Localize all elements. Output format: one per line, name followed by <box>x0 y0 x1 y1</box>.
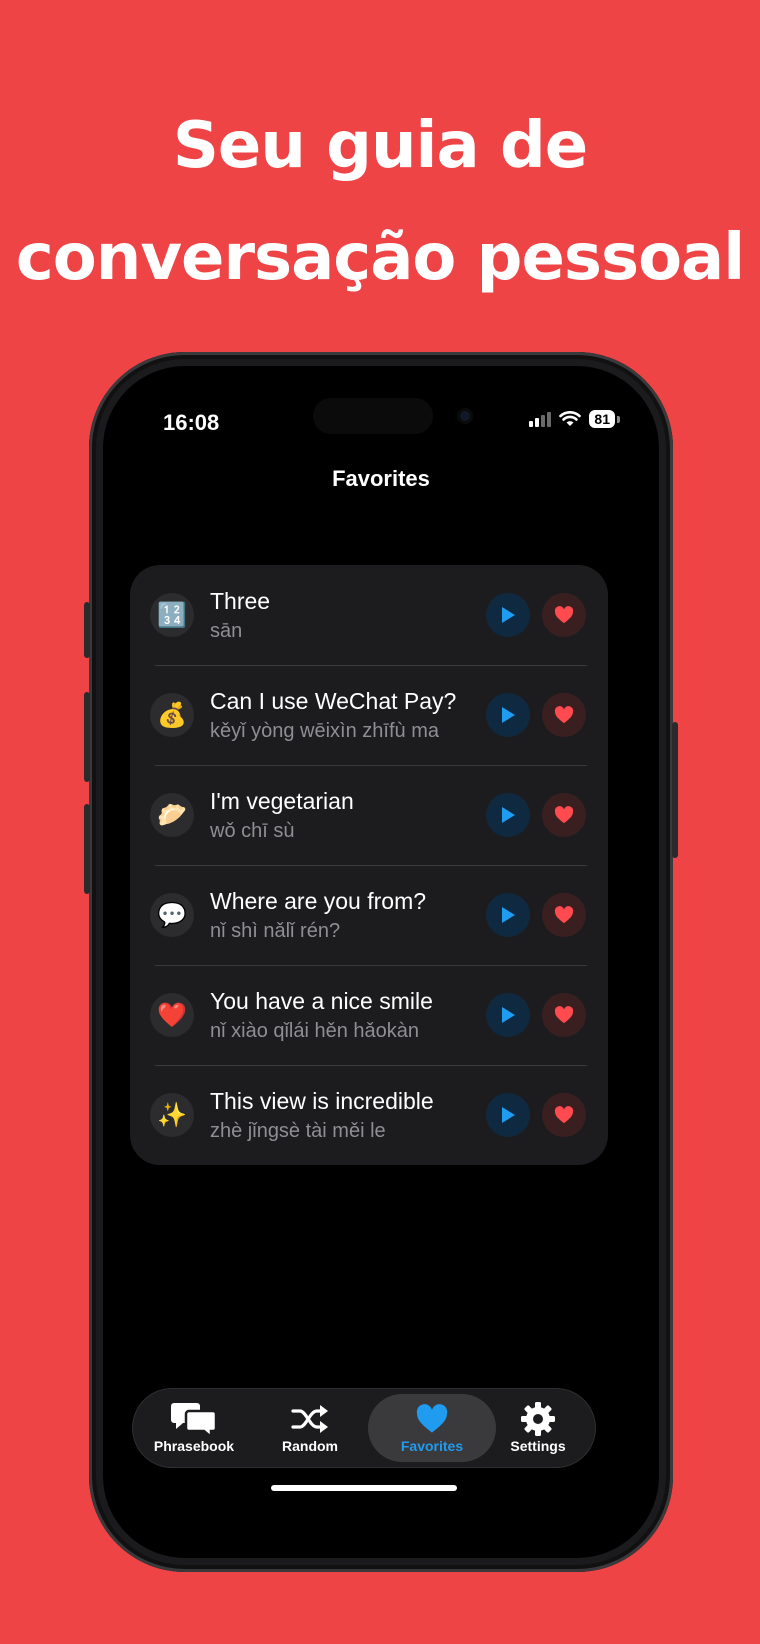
tab-favorites[interactable]: Favorites <box>368 1394 496 1462</box>
list-item[interactable]: ❤️ You have a nice smile nǐ xiào qǐlái h… <box>130 965 608 1065</box>
cellular-signal-icon <box>529 411 552 427</box>
heart-icon <box>554 706 574 724</box>
phrase-title: I'm vegetarian <box>210 788 354 814</box>
heart-icon <box>554 1106 574 1124</box>
phrase-pinyin: zhè jǐngsè tài měi le <box>210 1120 386 1142</box>
list-item[interactable]: ✨ This view is incredible zhè jǐngsè tài… <box>130 1065 608 1165</box>
battery-indicator: 81 <box>589 410 620 428</box>
favorite-button[interactable] <box>542 1093 586 1137</box>
play-icon <box>502 1107 515 1123</box>
phrase-pinyin: nǐ xiào qǐlái hěn hǎokàn <box>210 1020 420 1042</box>
play-button[interactable] <box>486 793 530 837</box>
favorite-button[interactable] <box>542 793 586 837</box>
dumpling-emoji-icon: 🥟 <box>150 793 194 837</box>
status-indicators: 81 <box>529 410 620 428</box>
favorite-button[interactable] <box>542 993 586 1037</box>
play-icon <box>502 907 515 923</box>
headline: Seu guia de conversação pessoal <box>0 90 760 314</box>
phone-frame: 16:08 81 Favorites 🔢 Three sān 💰 Can I u… <box>84 352 678 1572</box>
tab-bar: Phrasebook Random Favorites Settings <box>132 1388 596 1468</box>
page-title: Favorites <box>332 466 430 491</box>
heart-icon <box>416 1404 448 1433</box>
camera-icon <box>457 408 473 424</box>
tab-label: Phrasebook <box>153 1438 235 1454</box>
tab-label: Favorites <box>400 1438 464 1454</box>
tab-settings[interactable]: Settings <box>480 1388 596 1468</box>
shuffle-icon <box>291 1405 328 1433</box>
heart-icon <box>554 1006 574 1024</box>
power-button <box>672 722 678 858</box>
wifi-icon <box>559 411 582 426</box>
red-heart-emoji-icon: ❤️ <box>150 993 194 1037</box>
dynamic-island <box>313 398 473 434</box>
action-button <box>84 602 90 658</box>
phrase-title: Can I use WeChat Pay? <box>210 688 457 714</box>
list-item[interactable]: 💰 Can I use WeChat Pay? kěyǐ yòng wēixìn… <box>130 665 608 765</box>
phrase-title: Where are you from? <box>210 888 427 914</box>
list-item[interactable]: 🔢 Three sān <box>130 565 608 665</box>
heart-icon <box>554 906 574 924</box>
tab-label: Random <box>282 1438 338 1454</box>
money-bag-emoji-icon: 💰 <box>150 693 194 737</box>
play-button[interactable] <box>486 1093 530 1137</box>
list-item[interactable]: 💬 Where are you from? nǐ shì nǎlǐ rén? <box>130 865 608 965</box>
tab-random[interactable]: Random <box>252 1388 368 1468</box>
gear-icon <box>521 1402 555 1436</box>
phrase-pinyin: sān <box>210 620 243 642</box>
numbers-emoji-icon: 🔢 <box>150 593 194 637</box>
status-time: 16:08 <box>163 410 220 435</box>
heart-icon <box>554 806 574 824</box>
favorites-list: 🔢 Three sān 💰 Can I use WeChat Pay? kěyǐ… <box>130 565 608 1165</box>
phrase-pinyin: nǐ shì nǎlǐ rén? <box>210 920 341 942</box>
play-icon <box>502 607 515 623</box>
phrase-title: You have a nice smile <box>210 988 433 1014</box>
play-button[interactable] <box>486 893 530 937</box>
volume-up-button <box>84 692 90 782</box>
favorite-button[interactable] <box>542 893 586 937</box>
tab-label: Settings <box>510 1438 566 1454</box>
favorite-button[interactable] <box>542 693 586 737</box>
sparkles-emoji-icon: ✨ <box>150 1093 194 1137</box>
play-button[interactable] <box>486 693 530 737</box>
favorite-button[interactable] <box>542 593 586 637</box>
play-button[interactable] <box>486 593 530 637</box>
home-indicator[interactable] <box>271 1485 457 1491</box>
heart-icon <box>554 606 574 624</box>
speech-bubble-emoji-icon: 💬 <box>150 893 194 937</box>
tab-phrasebook[interactable]: Phrasebook <box>136 1388 252 1468</box>
phone-screen: 16:08 81 Favorites 🔢 Three sān 💰 Can I u… <box>103 366 659 1558</box>
play-icon <box>502 807 515 823</box>
play-button[interactable] <box>486 993 530 1037</box>
headline-line-1: Seu guia de <box>172 109 588 183</box>
volume-down-button <box>84 804 90 894</box>
phrase-pinyin: kěyǐ yòng wēixìn zhīfù ma <box>210 720 439 742</box>
list-item[interactable]: 🥟 I'm vegetarian wǒ chī sù <box>130 765 608 865</box>
play-icon <box>502 707 515 723</box>
phrase-pinyin: wǒ chī sù <box>210 820 295 842</box>
phrase-title: This view is incredible <box>210 1088 434 1114</box>
headline-line-2: conversação pessoal <box>15 221 745 295</box>
phrase-title: Three <box>210 588 271 614</box>
play-icon <box>502 1007 515 1023</box>
chat-bubbles-icon <box>171 1403 217 1437</box>
